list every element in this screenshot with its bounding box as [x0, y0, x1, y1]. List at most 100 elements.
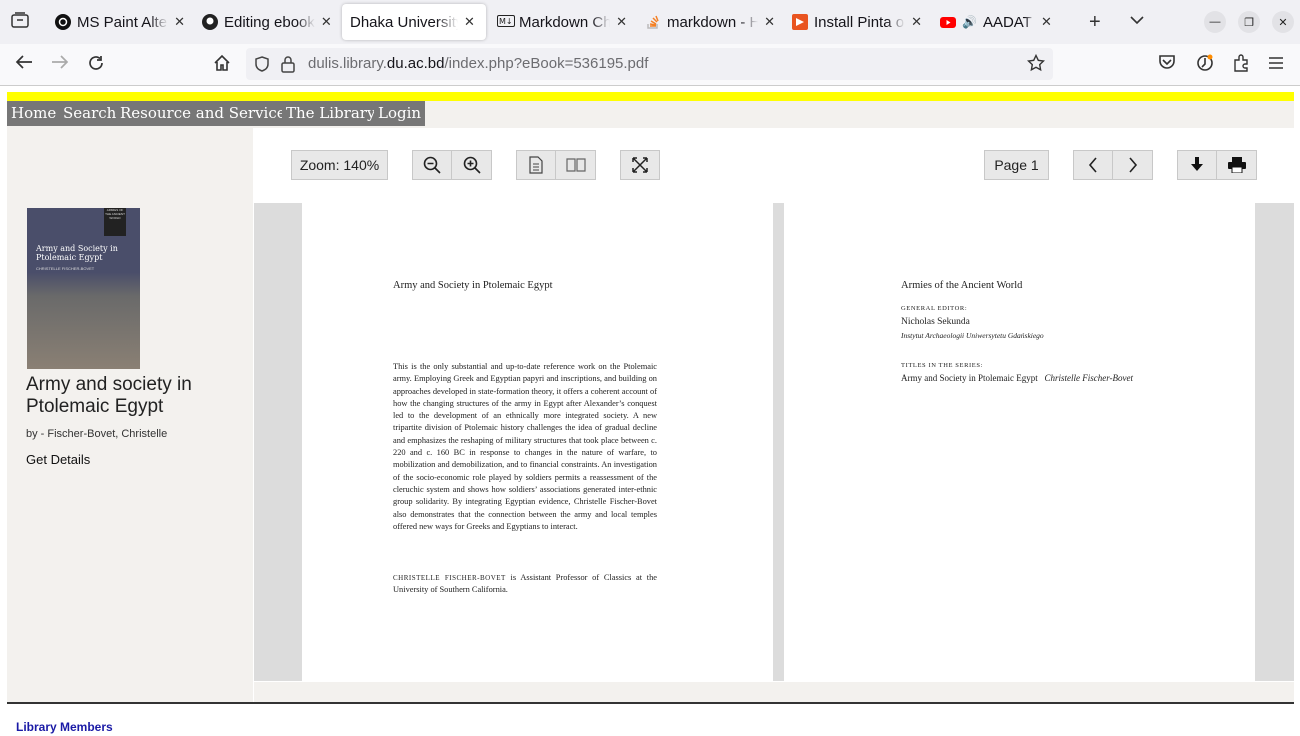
snapcraft-icon [792, 14, 808, 30]
header-stripe [7, 92, 1294, 101]
next-page-button[interactable] [1112, 150, 1153, 180]
extensions-icon[interactable] [1232, 54, 1250, 77]
menu-login[interactable]: Login [374, 101, 426, 126]
download-icon [1191, 157, 1203, 171]
svg-text:M↓: M↓ [499, 17, 513, 26]
pocket-icon[interactable] [1158, 54, 1176, 75]
book-author: by - Fischer-Bovet, Christelle [26, 428, 168, 440]
youtube-icon [940, 14, 956, 30]
menu-home[interactable]: Home [7, 101, 61, 126]
page-number[interactable]: Page 1 [984, 150, 1049, 180]
fullscreen-button[interactable] [620, 150, 660, 180]
menu-search[interactable]: Search [59, 101, 121, 126]
tab-strip: MS Paint Alternatives ✕ Editing ebook ✕ … [0, 0, 1300, 44]
titles-label: TITLES IN THE SERIES: [901, 362, 983, 369]
address-bar[interactable]: dulis.library.du.ac.bd/index.php?eBook=5… [246, 48, 1053, 80]
close-icon[interactable]: ✕ [616, 14, 627, 30]
new-tab-icon[interactable]: + [1089, 11, 1101, 34]
zoom-out-button[interactable] [412, 150, 452, 180]
tab-title: MS Paint Alternatives [77, 13, 168, 31]
zoom-out-icon [423, 156, 441, 174]
close-icon[interactable]: ✕ [321, 14, 332, 30]
main-menu: Home Search Resource and Services The Li… [7, 101, 1294, 128]
two-page-button[interactable] [555, 150, 596, 180]
speaker-icon[interactable]: 🔊 [962, 15, 977, 29]
series-book-title: Army and Society in Ptolemaic Egypt [901, 373, 1038, 383]
tab-ms-paint[interactable]: MS Paint Alternatives ✕ [55, 4, 185, 40]
shield-icon[interactable] [254, 56, 270, 77]
tab-dhaka-university[interactable]: Dhaka University ✕ [342, 4, 486, 40]
book-title: Army and society in Ptolemaic Egypt [26, 374, 192, 417]
forward-icon[interactable] [51, 54, 69, 75]
print-button[interactable] [1216, 150, 1257, 180]
title-entry: Army and Society in Ptolemaic Egypt Chri… [901, 373, 1133, 383]
zoom-in-button[interactable] [451, 150, 492, 180]
left-page-heading: Army and Society in Ptolemaic Egypt [393, 280, 553, 291]
minimize-icon[interactable]: — [1204, 11, 1226, 33]
cover-author: CHRISTELLE FISCHER-BOVET [36, 266, 95, 271]
threads-icon [55, 14, 71, 30]
reload-icon[interactable] [87, 54, 105, 77]
bookmark-star-icon[interactable] [1026, 53, 1046, 77]
tab-aadat[interactable]: 🔊 AADAT - Wo ✕ [940, 4, 1070, 40]
tab-editing-ebook[interactable]: Editing ebook ✕ [202, 4, 332, 40]
cover-title: Army and Society in Ptolemaic Egypt [36, 244, 118, 262]
tab-title: AADAT - Wo [982, 13, 1035, 31]
series-badge: ARMIES OF THE ANCIENT WORLD [104, 208, 126, 236]
single-page-icon [529, 156, 543, 174]
book-cover[interactable]: ARMIES OF THE ANCIENT WORLD Army and Soc… [27, 208, 140, 369]
library-members-link[interactable]: Library Members [16, 720, 113, 734]
close-icon[interactable]: ✕ [911, 14, 922, 30]
series-title: Armies of the Ancient World [901, 280, 1023, 291]
get-details-link[interactable]: Get Details [26, 452, 90, 467]
download-button[interactable] [1177, 150, 1217, 180]
viewer-toolbar: Zoom: 140% Page 1 [254, 128, 1294, 203]
menu-icon[interactable] [1268, 54, 1284, 75]
author-note-name: CHRISTELLE FISCHER-BOVET [393, 574, 506, 582]
back-icon[interactable] [15, 54, 33, 75]
book-description: This is the only substantial and up-to-d… [393, 362, 657, 531]
tab-list-icon[interactable] [11, 12, 29, 33]
fullscreen-icon [632, 157, 648, 173]
tab-markdown-how[interactable]: markdown - How ✕ [645, 4, 775, 40]
tab-install-pinta[interactable]: Install Pinta on ✕ [792, 4, 922, 40]
menu-resources[interactable]: Resource and Services [116, 101, 298, 126]
chevron-down-icon[interactable] [1130, 12, 1144, 30]
single-page-button[interactable] [516, 150, 556, 180]
menu-library[interactable]: The Library [282, 101, 380, 126]
viewer-footer [254, 682, 1294, 702]
divider [7, 702, 1294, 704]
print-icon [1227, 157, 1246, 173]
author-note: CHRISTELLE FISCHER-BOVET is Assistant Pr… [393, 572, 657, 597]
stackoverflow-icon [645, 14, 661, 30]
right-page: Armies of the Ancient World GENERAL EDIT… [784, 203, 1255, 681]
editor-affiliation: Instytut Archaeologii Uniwersytetu Gdańs… [901, 331, 1044, 340]
tab-markdown-cheatsheet[interactable]: M↓ Markdown Cheatsheet ✕ [497, 4, 627, 40]
close-window-icon[interactable]: ✕ [1272, 11, 1294, 33]
tab-title: markdown - How [667, 13, 759, 31]
zoom-in-icon [463, 156, 481, 174]
close-icon[interactable]: ✕ [464, 14, 475, 30]
previous-page-button[interactable] [1073, 150, 1113, 180]
close-icon[interactable]: ✕ [764, 14, 775, 30]
lock-icon[interactable] [280, 55, 296, 78]
tab-title: Install Pinta on [814, 13, 906, 31]
markdown-icon: M↓ [497, 14, 515, 30]
left-page: Army and Society in Ptolemaic Egypt This… [302, 203, 773, 681]
url-text[interactable]: dulis.library.du.ac.bd/index.php?eBook=5… [308, 55, 648, 72]
github-icon [202, 14, 218, 30]
account-icon[interactable] [1196, 54, 1214, 77]
book-view-icon [565, 158, 586, 172]
close-icon[interactable]: ✕ [174, 14, 185, 30]
editor-name: Nicholas Sekunda [901, 317, 970, 327]
tab-title: Dhaka University [350, 13, 458, 31]
home-icon[interactable] [213, 54, 231, 77]
close-icon[interactable]: ✕ [1041, 14, 1052, 30]
editor-label: GENERAL EDITOR: [901, 305, 968, 312]
pages-area: Army and Society in Ptolemaic Egypt This… [254, 203, 1294, 681]
tab-title: Editing ebook [224, 13, 315, 31]
zoom-level[interactable]: Zoom: 140% [291, 150, 388, 180]
navigation-bar: dulis.library.du.ac.bd/index.php?eBook=5… [0, 44, 1300, 86]
restore-icon[interactable]: ❐ [1238, 11, 1260, 33]
series-book-author: Christelle Fischer-Bovet [1044, 373, 1134, 383]
